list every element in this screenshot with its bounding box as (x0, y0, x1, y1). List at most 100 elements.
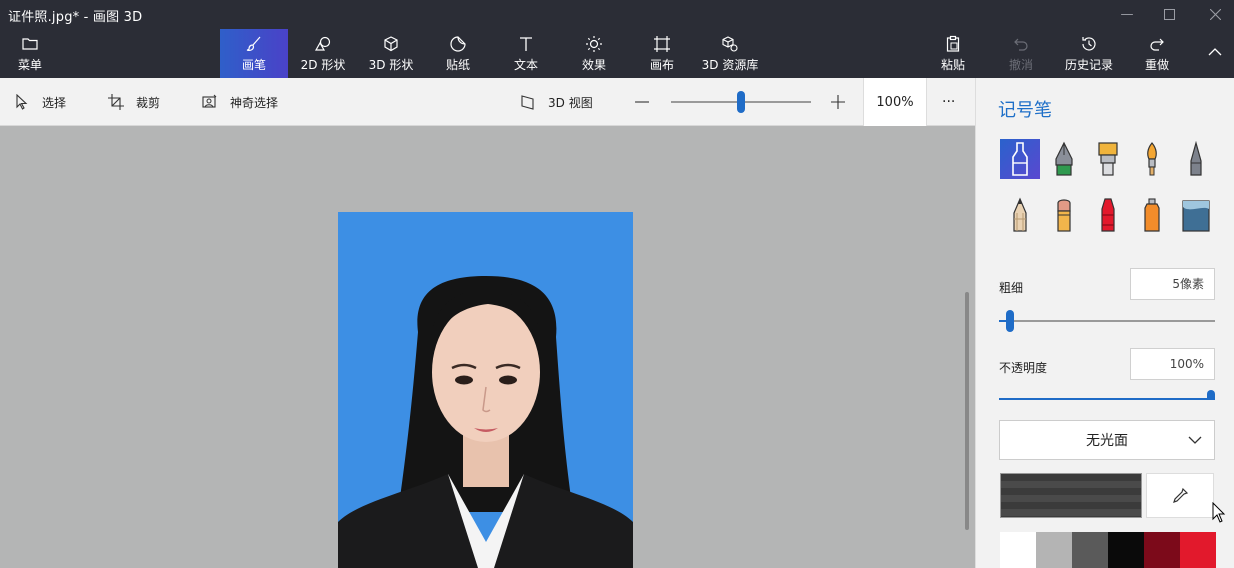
thickness-slider[interactable] (999, 310, 1215, 332)
minimize-button[interactable]: — (1104, 0, 1150, 29)
tab-canvas[interactable]: 画布 (634, 29, 690, 78)
tab-3d-library[interactable]: 3D 资源库 (698, 29, 762, 78)
crop-icon (108, 94, 124, 110)
palette-swatch[interactable] (1144, 532, 1180, 568)
brush-pencil[interactable] (1000, 195, 1040, 235)
vertical-scrollbar[interactable] (965, 292, 969, 530)
spray-can-icon (1144, 198, 1160, 232)
brush-calligraphy-pen[interactable] (1044, 139, 1084, 179)
text-icon (520, 36, 532, 51)
select-button[interactable]: 选择 (14, 78, 66, 126)
plus-icon (831, 95, 845, 109)
palette-swatch[interactable] (1180, 532, 1216, 568)
crayon-icon (1101, 198, 1115, 232)
panel-title: 记号笔 (998, 100, 1052, 121)
history-button[interactable]: 历史记录 (1060, 29, 1118, 78)
tab-brush[interactable]: 画笔 (220, 29, 288, 78)
zoom-out-button[interactable] (634, 78, 650, 126)
3d-view-icon (521, 95, 534, 110)
collapse-ribbon-button[interactable] (1196, 29, 1234, 78)
palette-swatch[interactable] (1000, 532, 1036, 568)
tab-3d-shapes[interactable]: 3D 形状 (358, 29, 424, 78)
eraser-icon (1057, 199, 1071, 232)
brush-oil[interactable] (1088, 139, 1128, 179)
brush-crayon[interactable] (1088, 195, 1128, 235)
canvas-area[interactable] (0, 126, 975, 568)
zoom-value[interactable]: 100% (863, 78, 927, 126)
brush-marker[interactable] (1000, 139, 1040, 179)
opacity-label: 不透明度 (999, 361, 1048, 375)
calligraphy-pen-icon (1055, 141, 1073, 176)
shapes-2d-icon (314, 36, 331, 51)
palette-swatch[interactable] (1072, 532, 1108, 568)
palette-swatch[interactable] (1036, 532, 1072, 568)
maximize-icon (1163, 9, 1175, 20)
portrait-photo[interactable] (338, 212, 633, 568)
thickness-label: 粗细 (999, 281, 1024, 295)
thickness-slider-thumb[interactable] (1006, 310, 1014, 332)
tab-stickers[interactable]: 贴纸 (430, 29, 486, 78)
pencil-icon (1013, 197, 1027, 232)
undo-button[interactable]: 撤消 (998, 29, 1044, 78)
magic-select-button[interactable]: 神奇选择 (202, 78, 278, 126)
mouse-cursor-icon (1212, 502, 1226, 523)
brush-spray-can[interactable] (1132, 195, 1172, 235)
maximize-button[interactable] (1146, 0, 1192, 29)
brush-panel: 记号笔 粗细 5像素 不透明度 100% 无光面 (975, 78, 1234, 568)
close-icon (1209, 9, 1221, 20)
menu-button[interactable]: 菜单 (6, 29, 54, 78)
3d-view-button[interactable]: 3D 视图 (520, 78, 593, 126)
zoom-in-button[interactable] (830, 78, 846, 126)
brush-eraser[interactable] (1044, 195, 1084, 235)
minus-icon (635, 101, 649, 103)
magic-select-icon (202, 94, 217, 108)
tab-effects[interactable]: 效果 (566, 29, 622, 78)
opacity-slider-thumb[interactable] (1207, 390, 1215, 400)
brush-icon (246, 36, 261, 51)
eyedropper-button[interactable] (1146, 473, 1214, 518)
toolbar: 选择 裁剪 神奇选择 3D 视图 ··· (0, 78, 975, 126)
more-options-button[interactable]: ··· (942, 78, 955, 126)
chevron-down-icon (1188, 436, 1202, 444)
opacity-slider[interactable] (999, 388, 1215, 400)
opacity-input[interactable]: 100% (1130, 348, 1215, 380)
finish-value: 无光面 (1086, 433, 1128, 449)
portrait-illustration (338, 276, 633, 568)
zoom-slider[interactable] (671, 91, 811, 113)
brush-fill[interactable] (1176, 195, 1216, 235)
cube-icon (384, 35, 398, 51)
sticker-icon (450, 35, 466, 52)
sun-icon (586, 35, 602, 52)
canvas-icon (654, 35, 670, 52)
undo-icon (1014, 38, 1028, 51)
ribbon: 菜单 画笔 2D 形状 3D 形状 贴纸 文本 效果 画布 3D 资源库 粘贴 … (0, 29, 1234, 78)
color-palette (1000, 532, 1216, 568)
palette-swatch[interactable] (1108, 532, 1144, 568)
close-button[interactable] (1192, 0, 1234, 29)
oil-brush-icon (1098, 142, 1118, 176)
minimize-icon: — (1120, 7, 1134, 22)
crop-button[interactable]: 裁剪 (108, 78, 160, 126)
paste-button[interactable]: 粘贴 (928, 29, 978, 78)
current-color-swatch[interactable] (1000, 473, 1142, 518)
marker-icon (1012, 142, 1028, 176)
pixel-pen-icon (1190, 141, 1202, 176)
brush-pixel-pen[interactable] (1176, 139, 1216, 179)
more-icon: ··· (942, 94, 956, 110)
zoom-slider-thumb[interactable] (737, 91, 745, 113)
window-title: 证件照.jpg* - 画图 3D (8, 10, 143, 25)
title-bar: 证件照.jpg* - 画图 3D — (0, 0, 1234, 29)
finish-dropdown[interactable]: 无光面 (999, 420, 1215, 460)
tab-2d-shapes[interactable]: 2D 形状 (290, 29, 356, 78)
library-icon (722, 35, 738, 52)
watercolor-icon (1147, 142, 1157, 176)
folder-icon (22, 37, 38, 50)
eyedropper-icon (1173, 487, 1189, 503)
fill-bucket-icon (1182, 200, 1210, 232)
redo-button[interactable]: 重做 (1134, 29, 1180, 78)
tab-text[interactable]: 文本 (498, 29, 554, 78)
chevron-up-icon (1208, 48, 1222, 56)
thickness-input[interactable]: 5像素 (1130, 268, 1215, 300)
brush-watercolor[interactable] (1132, 139, 1172, 179)
history-icon (1082, 36, 1096, 51)
